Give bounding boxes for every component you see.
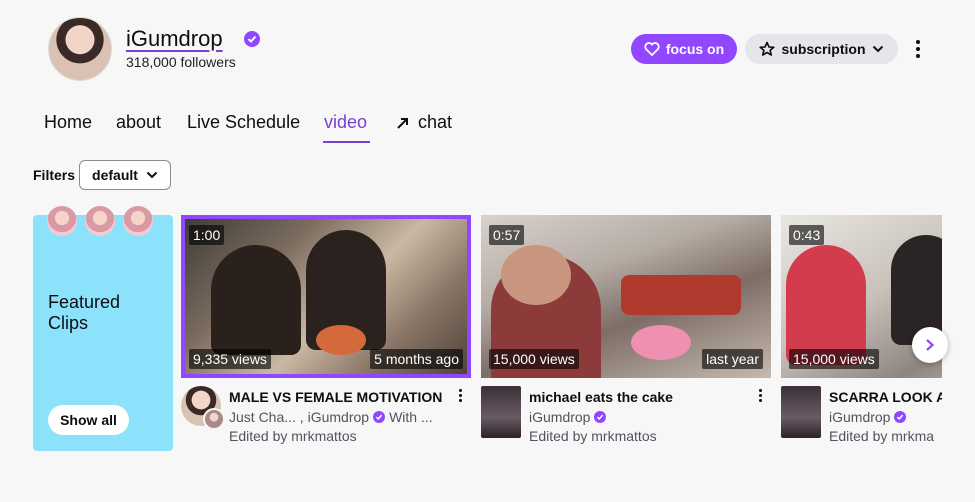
avatar[interactable] bbox=[181, 386, 225, 438]
video-views: 15,000 views bbox=[489, 349, 579, 369]
video-edited-by: Edited by mrkmattos bbox=[529, 428, 657, 444]
featured-clips-title: Featured Clips bbox=[48, 292, 121, 333]
avatar bbox=[85, 206, 115, 236]
tab-home[interactable]: Home bbox=[44, 112, 92, 133]
chevron-down-icon bbox=[146, 171, 158, 179]
clip-carousel: 1:00 9,335 views 5 months ago MALE VS FE… bbox=[175, 200, 942, 460]
tab-chat-label: chat bbox=[418, 112, 453, 132]
verified-icon bbox=[373, 411, 386, 423]
featured-clips-card: Featured Clips Show all bbox=[33, 206, 173, 451]
video-more-button[interactable] bbox=[456, 389, 464, 405]
video-channels[interactable]: iGumdrop bbox=[529, 409, 607, 425]
video-channel-names: Just Cha... , iGumdrop bbox=[229, 409, 370, 425]
subscription-label: subscription bbox=[781, 41, 866, 57]
heart-icon bbox=[644, 42, 660, 56]
filter-selected-value: default bbox=[92, 167, 138, 183]
tab-chat[interactable]: chat bbox=[396, 112, 452, 133]
video-edited-by: Edited by mrkma bbox=[829, 428, 935, 444]
more-options-button[interactable] bbox=[908, 36, 928, 62]
video-thumbnail[interactable]: 0:57 15,000 views last year bbox=[481, 215, 771, 378]
video-channels[interactable]: Just Cha... , iGumdrop With ... bbox=[229, 409, 433, 425]
show-all-button[interactable]: Show all bbox=[48, 405, 129, 435]
tab-live-schedule[interactable]: Live Schedule bbox=[187, 112, 300, 133]
avatar[interactable] bbox=[781, 386, 821, 438]
channel-name[interactable]: iGumdrop bbox=[126, 26, 223, 52]
tab-video[interactable]: video bbox=[324, 112, 367, 133]
video-views: 9,335 views bbox=[189, 349, 271, 369]
filter-dropdown[interactable]: default bbox=[79, 160, 171, 190]
video-channel-names: iGumdrop bbox=[829, 409, 891, 425]
verified-icon bbox=[244, 31, 260, 47]
subscription-button[interactable]: subscription bbox=[745, 34, 898, 64]
video-title[interactable]: michael eats the cake bbox=[529, 389, 673, 405]
chevron-down-icon bbox=[872, 45, 883, 53]
video-edited-by: Edited by mrkmattos bbox=[229, 428, 357, 444]
tab-about[interactable]: about bbox=[116, 112, 161, 133]
video-more-button[interactable] bbox=[756, 389, 764, 405]
focus-button[interactable]: focus on bbox=[631, 34, 737, 64]
video-duration: 1:00 bbox=[189, 225, 225, 245]
video-thumbnail[interactable]: 1:00 9,335 views 5 months ago bbox=[181, 215, 471, 378]
video-channels[interactable]: iGumdrop bbox=[829, 409, 907, 425]
star-icon bbox=[759, 41, 776, 56]
follower-count: 318,000 followers bbox=[126, 54, 236, 70]
video-views: 15,000 views bbox=[789, 349, 879, 369]
video-channel-names: iGumdrop bbox=[529, 409, 591, 425]
avatar[interactable] bbox=[481, 386, 521, 438]
video-age: 5 months ago bbox=[370, 349, 463, 369]
avatar bbox=[47, 206, 77, 236]
chevron-right-icon bbox=[926, 339, 935, 351]
avatar bbox=[123, 206, 153, 236]
video-title[interactable]: SCARRA LOOK A bbox=[829, 389, 942, 405]
featured-avatars bbox=[47, 206, 153, 236]
active-tab-indicator bbox=[323, 141, 370, 143]
video-duration: 0:43 bbox=[789, 225, 825, 245]
external-link-icon bbox=[397, 117, 408, 129]
filters-label: Filters bbox=[33, 167, 76, 183]
carousel-next-button[interactable] bbox=[912, 327, 948, 363]
video-title[interactable]: MALE VS FEMALE MOTIVATION bbox=[229, 389, 442, 405]
video-duration: 0:57 bbox=[489, 225, 525, 245]
verified-icon bbox=[594, 411, 607, 423]
focus-label: focus on bbox=[665, 41, 725, 57]
channel-avatar[interactable] bbox=[48, 17, 112, 81]
video-channels-suffix: With ... bbox=[389, 409, 433, 425]
verified-icon bbox=[894, 411, 907, 423]
video-age: last year bbox=[702, 349, 763, 369]
